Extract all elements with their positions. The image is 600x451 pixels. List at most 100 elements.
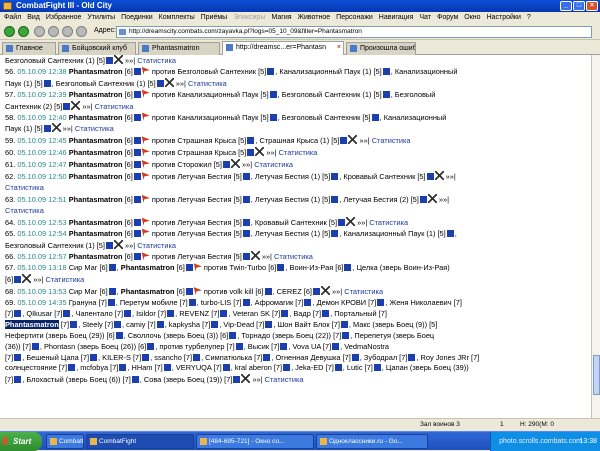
player-info-icon[interactable] [222, 364, 230, 372]
player-name[interactable]: Phantasmatron [69, 67, 123, 76]
player-info-icon[interactable] [382, 67, 390, 75]
crossed-swords-icon[interactable] [164, 77, 174, 87]
forward-arrow-icon[interactable] [18, 26, 29, 37]
statistics-link[interactable]: Статистика [5, 183, 44, 192]
player-info-icon[interactable] [340, 320, 348, 328]
player-info-icon[interactable] [334, 364, 342, 372]
player-name-highlighted[interactable]: Phantasmatron [5, 319, 59, 329]
player-info-icon[interactable] [133, 195, 141, 203]
crossed-swords-icon[interactable] [230, 159, 240, 169]
menu-item[interactable]: Настройки [487, 12, 521, 24]
player-info-icon[interactable] [107, 299, 115, 307]
menu-item[interactable]: Окно [464, 12, 480, 24]
player-info-icon[interactable] [331, 195, 339, 203]
player-info-icon[interactable] [133, 67, 141, 75]
player-info-icon[interactable] [63, 102, 71, 110]
crossed-swords-icon[interactable] [113, 239, 123, 249]
player-info-icon[interactable] [313, 288, 320, 296]
menu-item[interactable]: Животное [298, 12, 331, 24]
player-info-icon[interactable] [408, 353, 416, 361]
statistics-link[interactable]: Статистика [137, 56, 176, 65]
player-info-icon[interactable] [108, 264, 116, 272]
menu-item[interactable]: Эликсиры [233, 12, 265, 24]
taskbar-button[interactable]: [484-695-721] - Окно со... [196, 434, 314, 449]
player-info-icon[interactable] [269, 113, 277, 121]
player-info-icon[interactable] [193, 353, 201, 361]
menu-item[interactable]: Комплекты [159, 12, 195, 24]
player-info-icon[interactable] [133, 173, 141, 181]
browser-tab[interactable]: Произошла ошибка [346, 42, 416, 55]
statistics-link[interactable]: Статистика [274, 252, 313, 261]
player-info-icon[interactable] [167, 309, 175, 317]
tab-close-icon[interactable]: × [337, 42, 341, 53]
player-name[interactable]: Phantasmatron [69, 229, 123, 238]
statistics-link[interactable]: Статистика [254, 160, 293, 169]
menu-item[interactable]: Вид [27, 12, 40, 24]
player-info-icon[interactable] [14, 276, 22, 284]
player-info-icon[interactable] [156, 320, 164, 328]
player-info-icon[interactable] [371, 113, 379, 121]
player-info-icon[interactable] [242, 299, 250, 307]
taskbar-button[interactable]: Одноклассники.ru - Go... [316, 434, 428, 449]
player-info-icon[interactable] [344, 264, 352, 272]
player-info-icon[interactable] [133, 113, 141, 121]
taskbar-button[interactable]: CombatFight III [46, 434, 84, 449]
player-info-icon[interactable] [90, 353, 98, 361]
player-info-icon[interactable] [133, 218, 141, 226]
menu-item[interactable]: ? [527, 12, 531, 24]
player-info-icon[interactable] [235, 342, 243, 350]
player-info-icon[interactable] [263, 353, 271, 361]
back-arrow-icon[interactable] [4, 26, 15, 37]
player-info-icon[interactable] [163, 364, 171, 372]
statistics-link[interactable]: Статистика [279, 148, 318, 157]
start-button[interactable]: Start [0, 432, 42, 451]
player-info-icon[interactable] [133, 137, 141, 145]
player-info-icon[interactable] [322, 309, 330, 317]
player-info-icon[interactable] [242, 218, 250, 226]
player-info-icon[interactable] [133, 253, 141, 261]
crossed-swords-icon[interactable] [250, 251, 260, 261]
player-info-icon[interactable] [265, 320, 273, 328]
player-info-icon[interactable] [108, 288, 116, 296]
address-input[interactable]: http://dreamscity.combats.com/zayavka.pl… [116, 26, 592, 38]
crossed-swords-icon[interactable] [51, 123, 61, 133]
statistics-link[interactable]: Статистика [45, 275, 84, 284]
player-name[interactable]: Phantasmatron [69, 172, 123, 181]
player-info-icon[interactable] [133, 161, 141, 169]
player-info-icon[interactable] [63, 309, 71, 317]
player-info-icon[interactable] [188, 299, 196, 307]
statistics-link[interactable]: Статистика [344, 287, 383, 296]
player-info-icon[interactable] [247, 137, 255, 145]
player-info-icon[interactable] [264, 288, 272, 296]
statistics-link[interactable]: Статистика [95, 102, 134, 111]
scrollbar-thumb[interactable] [593, 355, 600, 395]
player-info-icon[interactable] [124, 309, 132, 317]
player-name[interactable]: Phantasmatron [69, 160, 123, 169]
player-info-icon[interactable] [43, 125, 51, 133]
player-info-icon[interactable] [426, 173, 434, 181]
player-info-icon[interactable] [419, 195, 427, 203]
player-info-icon[interactable] [131, 376, 139, 384]
player-info-icon[interactable] [220, 309, 228, 317]
player-info-icon[interactable] [119, 364, 127, 372]
statistics-link[interactable]: Статистика [188, 79, 227, 88]
player-info-icon[interactable] [14, 309, 22, 317]
player-info-icon[interactable] [331, 173, 339, 181]
menu-item[interactable]: Поединки [121, 12, 153, 24]
browser-tab[interactable]: Бойцовский клуб [58, 42, 136, 55]
menu-item[interactable]: Избранное [46, 12, 81, 24]
player-info-icon[interactable] [242, 229, 250, 237]
player-info-icon[interactable] [31, 342, 39, 350]
player-info-icon[interactable] [332, 342, 340, 350]
player-info-icon[interactable] [269, 90, 277, 98]
taskbar-button[interactable]: CombatFight [86, 434, 194, 449]
favorites-icon[interactable] [76, 26, 87, 37]
player-info-icon[interactable] [222, 161, 230, 169]
player-info-icon[interactable] [331, 229, 339, 237]
player-info-icon[interactable] [247, 149, 255, 157]
player-info-icon[interactable] [185, 264, 193, 272]
player-info-icon[interactable] [340, 137, 348, 145]
menu-item[interactable]: Утилиты [87, 12, 115, 24]
crossed-swords-icon[interactable] [434, 171, 444, 181]
player-info-icon[interactable] [211, 320, 219, 328]
